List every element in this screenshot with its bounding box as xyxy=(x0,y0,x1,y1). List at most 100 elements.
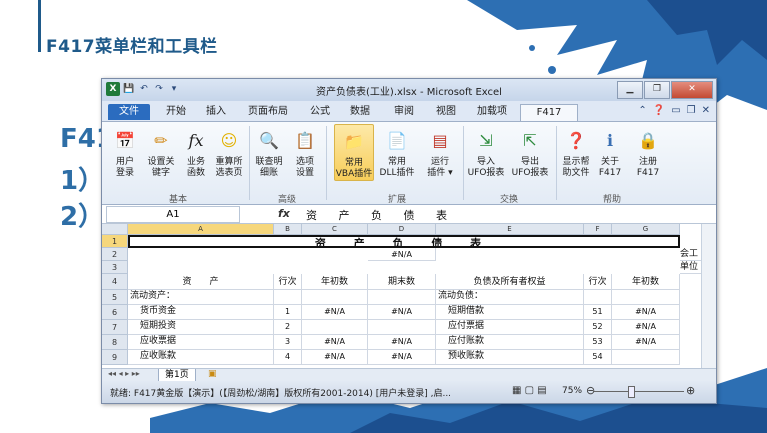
row-header[interactable]: 4 xyxy=(102,274,128,290)
cell-row-no[interactable]: 3 xyxy=(274,335,302,350)
cell-row-no[interactable]: 2 xyxy=(274,320,302,335)
about-f417-button[interactable]: ℹ 关于 F417 xyxy=(596,124,624,179)
tab-insert[interactable]: 插入 xyxy=(198,104,234,120)
header-end[interactable]: 期末数 xyxy=(368,274,436,290)
vba-plugin-button[interactable]: 📁 常用 VBA插件 xyxy=(334,124,374,181)
tab-data[interactable]: 数据 xyxy=(342,104,378,120)
run-plugin-button[interactable]: ▤ 运行 插件 ▾ xyxy=(422,124,458,179)
help-icon[interactable]: ❓ xyxy=(653,105,665,116)
cell-row-no-right[interactable]: 54 xyxy=(584,350,612,365)
cell-liability-name[interactable]: 应付票据 xyxy=(436,320,584,335)
sheet-nav-arrows[interactable]: ◂◂ ◂ ▸ ▸▸ xyxy=(108,369,140,378)
cell-row-no-right[interactable] xyxy=(584,290,612,305)
cell-row-no[interactable]: 4 xyxy=(274,350,302,365)
cell-end-value[interactable] xyxy=(368,320,436,335)
date-cell[interactable]: #N/A xyxy=(368,248,436,261)
column-header-e[interactable]: E xyxy=(436,224,584,235)
column-header-f[interactable]: F xyxy=(584,224,612,235)
cell-liability-name[interactable]: 短期借款 xyxy=(436,305,584,320)
column-header-d[interactable]: D xyxy=(368,224,436,235)
sheet-title-cell[interactable]: 资 产 负 债 表 xyxy=(128,235,680,248)
company-cell[interactable]: 会工 xyxy=(680,248,702,261)
zoom-slider-thumb[interactable] xyxy=(628,386,635,398)
header-asset[interactable]: 资 产 xyxy=(128,274,274,290)
cell-liability-name[interactable]: 预收账款 xyxy=(436,350,584,365)
cell-asset-name[interactable]: 应收账款 xyxy=(128,350,274,365)
cell-liability-name[interactable]: 流动负债： xyxy=(436,290,584,305)
column-header-g[interactable]: G xyxy=(612,224,680,235)
import-ufo-button[interactable]: ⇲ 导入 UFO报表 xyxy=(466,124,506,179)
row-header[interactable]: 6 xyxy=(102,305,128,320)
name-box[interactable]: A1 xyxy=(106,206,240,223)
column-header-c[interactable]: C xyxy=(302,224,368,235)
drill-detail-button[interactable]: 🔍 联查明 细账 xyxy=(252,124,286,179)
tab-addins[interactable]: 加载项 xyxy=(470,104,514,120)
zoom-level[interactable]: 75% xyxy=(562,386,582,396)
business-function-button[interactable]: fx 业务 函数 xyxy=(182,124,210,179)
unit-cell[interactable]: 单位 xyxy=(680,261,702,274)
new-sheet-icon[interactable]: ▣ xyxy=(208,369,217,379)
cell-begin-value[interactable] xyxy=(302,290,368,305)
cell-row-no-right[interactable]: 52 xyxy=(584,320,612,335)
tab-f417[interactable]: F417 xyxy=(520,104,578,121)
cell-begin-value-right[interactable]: #N/A xyxy=(612,320,680,335)
zoom-out-icon[interactable]: ⊖ xyxy=(586,384,595,397)
cell-begin-value[interactable]: #N/A xyxy=(302,305,368,320)
restore-button[interactable]: ❐ xyxy=(644,81,670,99)
tab-page-layout[interactable]: 页面布局 xyxy=(242,104,294,120)
insert-function-icon[interactable]: fx xyxy=(278,207,290,220)
tab-file[interactable]: 文件 xyxy=(108,104,150,120)
row-header[interactable]: 8 xyxy=(102,335,128,350)
close-button[interactable]: ✕ xyxy=(671,81,713,99)
vertical-scrollbar[interactable] xyxy=(701,224,716,368)
cell-begin-value[interactable] xyxy=(302,320,368,335)
worksheet-grid[interactable]: A B C D E F G 1 2 3 4 5 6 7 8 9 资 产 负 债 … xyxy=(102,224,702,368)
formula-input[interactable]: 资 产 负 债 表 xyxy=(306,207,456,223)
cell-begin-value-right[interactable] xyxy=(612,350,680,365)
header-liability[interactable]: 负债及所有者权益 xyxy=(436,274,584,290)
register-f417-button[interactable]: 🔒 注册 F417 xyxy=(634,124,662,179)
workbook-restore-icon[interactable]: ❐ xyxy=(687,105,696,116)
row-header[interactable]: 2 xyxy=(102,248,128,261)
set-keyword-button[interactable]: ✏ 设置关 键字 xyxy=(144,124,178,179)
tab-view[interactable]: 视图 xyxy=(428,104,464,120)
workbook-minimize-icon[interactable]: ▭ xyxy=(671,105,680,116)
minimize-ribbon-icon[interactable]: ⌃ xyxy=(638,105,646,116)
tab-review[interactable]: 审阅 xyxy=(386,104,422,120)
cell-begin-value[interactable]: #N/A xyxy=(302,350,368,365)
view-mode-icons[interactable]: ▦ ▢ ▤ xyxy=(512,385,547,396)
cell-row-no-right[interactable]: 53 xyxy=(584,335,612,350)
cell-asset-name[interactable]: 短期投资 xyxy=(128,320,274,335)
cell-end-value[interactable] xyxy=(368,290,436,305)
dll-plugin-button[interactable]: 📄 常用 DLL插件 xyxy=(378,124,416,179)
cell-liability-name[interactable]: 应付账款 xyxy=(436,335,584,350)
cell-row-no[interactable]: 1 xyxy=(274,305,302,320)
options-settings-button[interactable]: 📋 选项 设置 xyxy=(290,124,320,179)
cell-end-value[interactable]: #N/A xyxy=(368,350,436,365)
minimize-button[interactable]: ▁ xyxy=(617,81,643,99)
column-header-a[interactable]: A xyxy=(128,224,274,235)
cell-begin-value-right[interactable] xyxy=(612,290,680,305)
header-begin[interactable]: 年初数 xyxy=(302,274,368,290)
cell-begin-value-right[interactable]: #N/A xyxy=(612,335,680,350)
tab-formulas[interactable]: 公式 xyxy=(302,104,338,120)
header-row-no-right[interactable]: 行次 xyxy=(584,274,612,290)
cell-row-no-right[interactable]: 51 xyxy=(584,305,612,320)
cell-end-value[interactable]: #N/A xyxy=(368,335,436,350)
cell-begin-value[interactable]: #N/A xyxy=(302,335,368,350)
cell-begin-value-right[interactable]: #N/A xyxy=(612,305,680,320)
row-header[interactable]: 9 xyxy=(102,350,128,365)
select-all-corner[interactable] xyxy=(102,224,128,235)
zoom-in-icon[interactable]: ⊕ xyxy=(686,384,695,397)
row-header[interactable]: 3 xyxy=(102,261,128,274)
cell-asset-name[interactable]: 货币资金 xyxy=(128,305,274,320)
zoom-slider[interactable] xyxy=(594,391,684,392)
row-header[interactable]: 7 xyxy=(102,320,128,335)
column-header-b[interactable]: B xyxy=(274,224,302,235)
export-ufo-button[interactable]: ⇱ 导出 UFO报表 xyxy=(510,124,550,179)
recalc-sheets-button[interactable]: ☺ 重算所 选表页 xyxy=(212,124,246,179)
cell-row-no[interactable] xyxy=(274,290,302,305)
header-begin-right[interactable]: 年初数 xyxy=(612,274,680,290)
cell-asset-name[interactable]: 流动资产： xyxy=(128,290,274,305)
row-header[interactable]: 5 xyxy=(102,290,128,305)
